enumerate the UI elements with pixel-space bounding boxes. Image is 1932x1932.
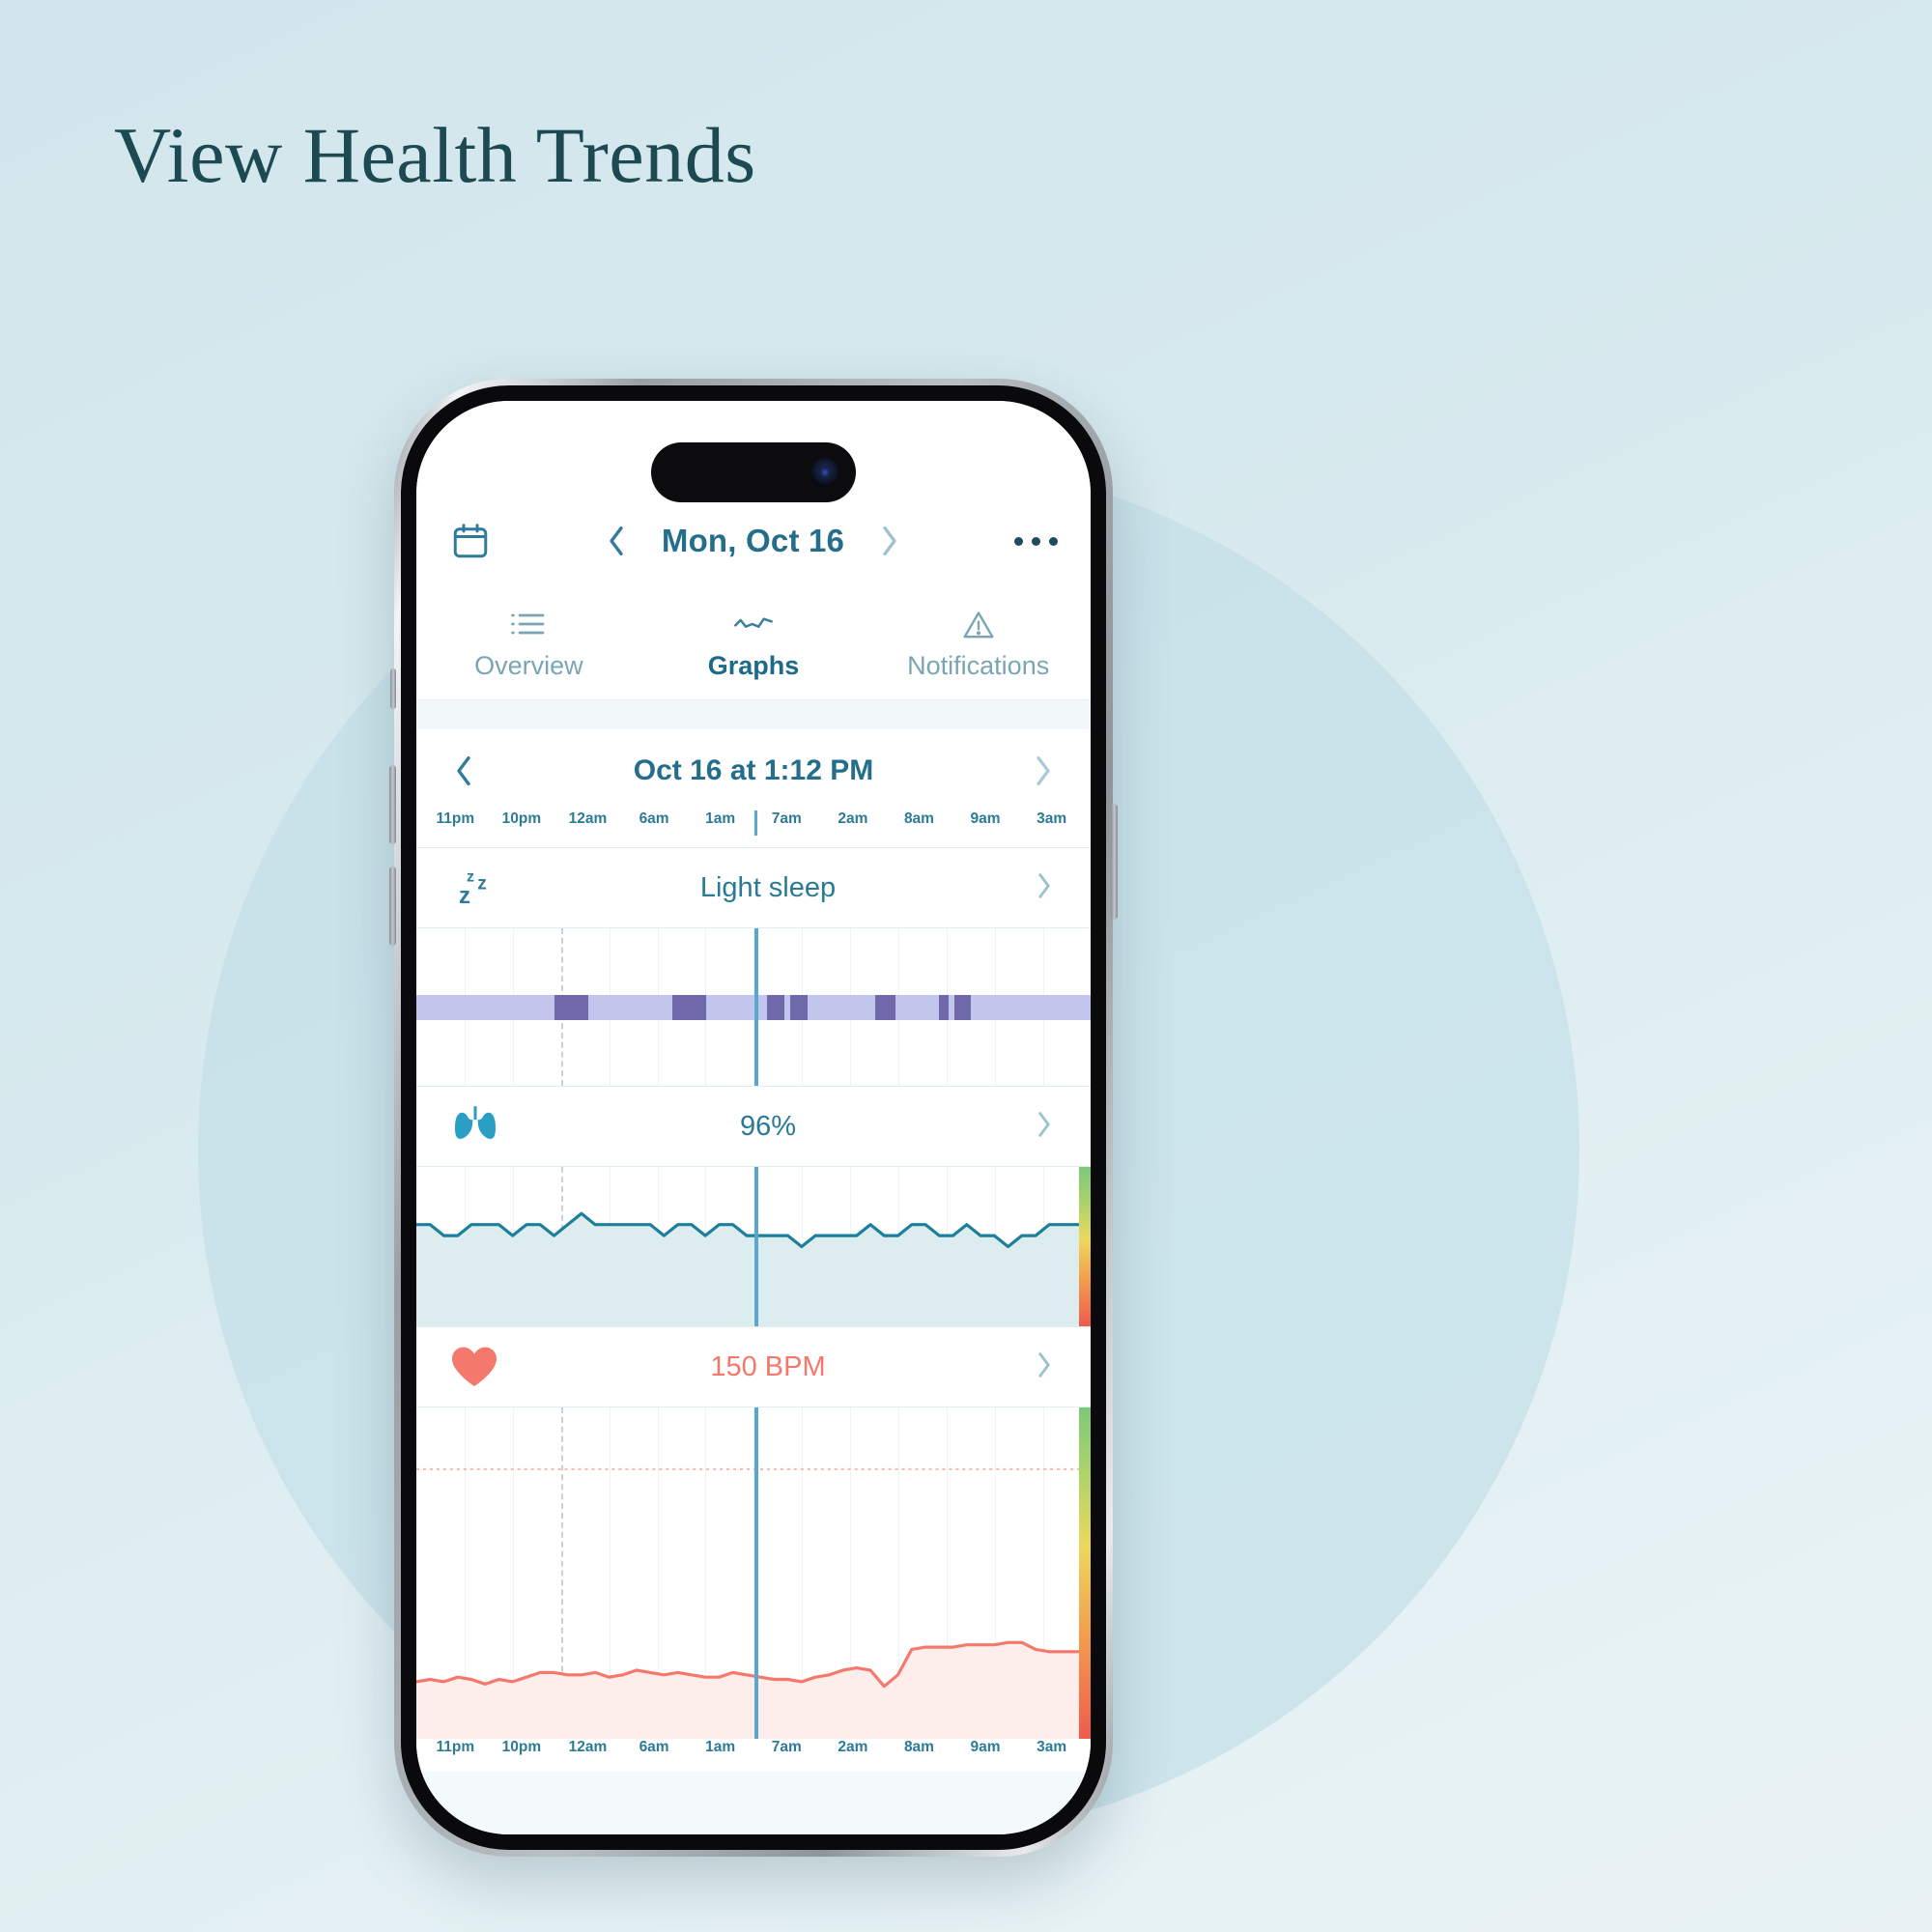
wave-line-icon (734, 609, 773, 639)
date-navigator: Mon, Oct 16 (492, 522, 1014, 560)
chart-timestamp-label: Oct 16 at 1:12 PM (633, 754, 874, 786)
oxygen-chevron-right-icon[interactable] (1033, 1108, 1058, 1146)
time-axis-top: 11pm 10pm 12am 6am 1am 7am 2am 8am 9am 3am (416, 810, 1091, 843)
axis-tick-2am: 2am (838, 1739, 868, 1755)
row-header-heartrate[interactable]: 150 BPM (416, 1326, 1091, 1407)
tab-notifications[interactable]: Notifications (866, 590, 1091, 699)
tab-graphs[interactable]: Graphs (641, 590, 867, 699)
axis-tick-1am: 1am (705, 810, 736, 827)
time-cursor-heartrate (754, 1407, 759, 1739)
app-footer-area (416, 1772, 1091, 1834)
next-day-button[interactable] (877, 522, 902, 560)
front-camera-icon (810, 458, 839, 487)
calendar-icon[interactable] (449, 521, 492, 561)
axis-tick-8am: 8am (903, 1739, 934, 1755)
axis-tick-9am: 9am (970, 1739, 1001, 1755)
list-icon (511, 609, 546, 639)
axis-tick-12am: 12am (568, 1739, 608, 1755)
heartrate-value-label: 150 BPM (710, 1350, 826, 1382)
tab-bar: Overview Graphs Notifications (416, 590, 1091, 700)
tab-overview[interactable]: Overview (416, 590, 641, 699)
heartrate-series (416, 1467, 1091, 1739)
sleep-segment-deep (672, 994, 707, 1020)
volume-down-button[interactable] (389, 867, 396, 946)
axis-tick-10pm: 10pm (501, 1739, 542, 1755)
heart-icon (449, 1344, 503, 1390)
axis-tick-3am: 3am (1037, 1739, 1067, 1755)
sleep-segment-deep (766, 994, 785, 1020)
heartrate-chevron-right-icon[interactable] (1033, 1349, 1058, 1386)
axis-tick-12am: 12am (568, 810, 608, 827)
sleep-segment-deep (954, 994, 971, 1020)
row-header-oxygen[interactable]: 96% (416, 1086, 1091, 1167)
time-cursor-oxygen (754, 1167, 759, 1326)
sleep-segment-deep (554, 994, 588, 1020)
cursor-tick-top (754, 810, 758, 836)
chart-next-button[interactable] (1031, 752, 1056, 790)
svg-text:z: z (459, 883, 470, 909)
sleep-value-label: Light sleep (699, 871, 837, 903)
time-cursor-sleep (754, 928, 759, 1086)
axis-tick-8am: 8am (903, 810, 934, 827)
time-axis-bottom: 11pm 10pm 12am 6am 1am 7am 2am 8am 9am 3am (416, 1739, 1091, 1772)
axis-tick-9am: 9am (970, 810, 1001, 827)
tab-notifications-label: Notifications (907, 651, 1050, 680)
phone-screen: Mon, Oct 16 Overview Graphs Notification… (416, 401, 1091, 1834)
axis-tick-6am: 6am (639, 1739, 669, 1755)
health-app: Mon, Oct 16 Overview Graphs Notification… (416, 401, 1091, 1834)
heartrate-color-scale (1079, 1407, 1091, 1739)
heartrate-graph[interactable] (416, 1407, 1091, 1739)
axis-tick-11pm: 11pm (436, 810, 475, 827)
axis-tick-1am: 1am (705, 1739, 736, 1755)
oxygen-value-label: 96% (739, 1110, 797, 1142)
silent-switch[interactable] (390, 668, 396, 709)
axis-tick-2am: 2am (838, 810, 868, 827)
section-divider (416, 700, 1091, 729)
current-date-label: Mon, Oct 16 (661, 523, 845, 558)
power-button[interactable] (1111, 804, 1118, 920)
axis-tick-6am: 6am (639, 810, 669, 827)
oxygen-graph[interactable] (416, 1167, 1091, 1326)
sleep-segment-deep (938, 994, 950, 1020)
sleep-band (416, 994, 1091, 1020)
app-topbar: Mon, Oct 16 (416, 497, 1091, 584)
volume-up-button[interactable] (389, 765, 396, 844)
dynamic-island (651, 442, 856, 502)
more-dots-icon[interactable] (1014, 536, 1058, 546)
axis-tick-10pm: 10pm (501, 810, 542, 827)
prev-day-button[interactable] (604, 522, 629, 560)
sleep-chevron-right-icon[interactable] (1033, 869, 1058, 907)
axis-tick-3am: 3am (1037, 810, 1067, 827)
page-title: View Health Trends (114, 111, 756, 199)
axis-tick-7am: 7am (771, 1739, 802, 1755)
sleep-segment-deep (789, 994, 808, 1020)
svg-text:z: z (477, 874, 487, 895)
series-area (416, 1642, 1091, 1739)
axis-tick-11pm: 11pm (436, 1739, 475, 1755)
axis-tick-7am: 7am (771, 810, 802, 827)
sleep-graph[interactable] (416, 928, 1091, 1086)
lungs-icon (449, 1102, 503, 1151)
chart-prev-button[interactable] (451, 752, 476, 790)
sleep-zzz-icon: z z z (449, 865, 503, 911)
warning-triangle-icon (961, 609, 996, 639)
row-header-sleep[interactable]: z z z Light sleep (416, 847, 1091, 928)
chart-navigator: Oct 16 at 1:12 PM (416, 729, 1091, 812)
sleep-segment-deep (874, 994, 895, 1020)
tab-graphs-label: Graphs (707, 651, 800, 680)
oxygen-series (416, 1211, 1091, 1326)
oxygen-color-scale (1079, 1167, 1091, 1326)
tab-overview-label: Overview (474, 651, 583, 680)
phone-mockup: Mon, Oct 16 Overview Graphs Notification… (389, 379, 1118, 1857)
